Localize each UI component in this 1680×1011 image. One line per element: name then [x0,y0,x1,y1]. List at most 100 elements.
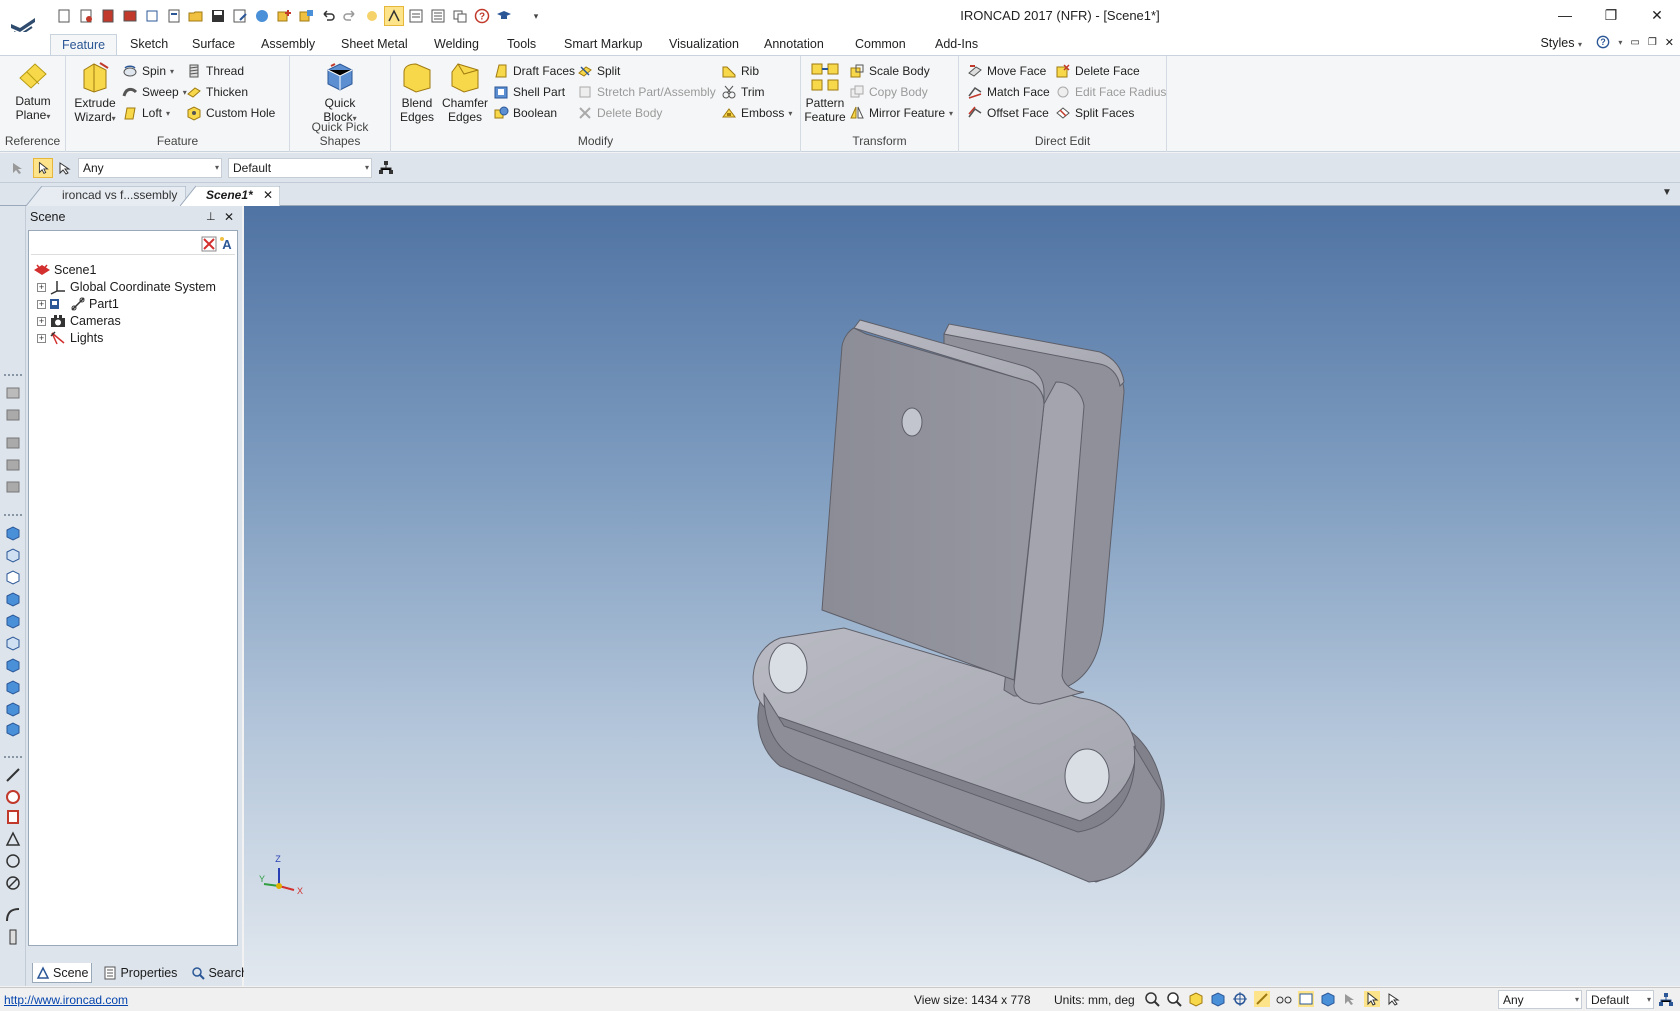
split-button[interactable]: Split [577,61,620,81]
mdi-restore-icon[interactable]: ❐ [1648,37,1657,48]
close-tab-icon[interactable]: ✕ [263,188,273,202]
new-template-icon[interactable] [164,6,184,26]
tab-visualization[interactable]: Visualization [658,34,750,56]
3d-viewport[interactable]: Z Y X [244,206,1680,986]
close-panel-icon[interactable]: ✕ [224,206,234,228]
save-icon[interactable] [208,6,228,26]
tab-surface[interactable]: Surface [181,34,246,56]
status-style-combo[interactable]: Default ▾ [1586,990,1654,1009]
pack-go-icon[interactable] [252,6,272,26]
view-iso-icon[interactable] [4,478,22,496]
rib-button[interactable]: Rib [721,61,759,81]
bracket-part-model[interactable]: Z Y X [244,206,1680,986]
select-part-status-icon[interactable] [1386,991,1402,1007]
tab-annotation[interactable]: Annotation [753,34,835,56]
rotate-icon[interactable] [4,852,22,870]
select-pointer-icon[interactable] [33,158,53,178]
zoom-fit-icon[interactable] [4,678,22,696]
shaded-view-icon[interactable] [4,524,22,542]
quick-block-button[interactable]: Quick Block▾ [310,60,370,126]
tree-item-cameras[interactable]: + Cameras [37,312,121,330]
view-left-icon[interactable] [4,590,22,608]
select-active-icon[interactable] [1364,991,1380,1007]
panel-tab-properties[interactable]: Properties [100,963,180,983]
wireframe-view-icon[interactable] [4,546,22,564]
pattern-feature-button[interactable]: Pattern Feature [803,60,847,124]
orbit-icon[interactable] [4,700,22,718]
glasses-icon[interactable] [1276,991,1292,1007]
tab-feature[interactable]: Feature [50,34,118,56]
restore-button[interactable]: ❐ [1588,0,1634,30]
camera-view-icon[interactable] [4,720,22,738]
view-orientation-icon[interactable] [1188,991,1204,1007]
blend-edges-button[interactable]: Blend Edges [397,60,437,124]
trim-button[interactable]: Trim [721,82,765,102]
view-back-icon[interactable] [4,406,22,424]
close-button[interactable]: ✕ [1634,0,1680,30]
doc-tab-ironcad-assembly[interactable]: ironcad vs f...ssembly [26,186,187,206]
smart-dimension-icon[interactable] [384,6,404,26]
custom-hole-button[interactable]: Custom Hole [186,103,275,123]
help-icon[interactable]: ? [472,6,492,26]
expand-icon[interactable]: + [37,333,46,343]
measure-icon[interactable] [4,766,22,784]
zoom-icon[interactable] [4,874,22,892]
open-folder-icon[interactable] [186,6,206,26]
normal-to-icon[interactable] [4,656,22,674]
tab-sheet-metal[interactable]: Sheet Metal [330,34,419,56]
thread-button[interactable]: Thread [186,61,244,81]
list-icon[interactable] [428,6,448,26]
tab-welding[interactable]: Welding [423,34,490,56]
render-light-icon[interactable] [362,6,382,26]
pan-icon[interactable] [4,808,22,826]
tab-assembly[interactable]: Assembly [250,34,326,56]
customize-toolbar-icon[interactable]: ▾ [526,6,546,26]
sweep-button[interactable]: Sweep ▾ [122,82,187,102]
new-drawing-icon[interactable] [98,6,118,26]
redo-icon[interactable] [340,6,360,26]
status-hierarchy-icon[interactable] [1658,992,1674,1008]
lights-toggle-icon[interactable] [1320,991,1336,1007]
move-face-button[interactable]: Move Face [967,61,1046,81]
offset-face-button[interactable]: Offset Face [967,103,1049,123]
new-assembly-icon[interactable] [120,6,140,26]
sketch-icon[interactable] [1254,991,1270,1007]
zoom-icon[interactable] [1166,991,1182,1007]
match-face-button[interactable]: Match Face [967,82,1050,102]
graduation-cap-icon[interactable] [494,6,514,26]
display-mode-icon[interactable] [1298,991,1314,1007]
tab-smart-markup[interactable]: Smart Markup [553,34,654,56]
panel-tab-scene[interactable]: Scene [32,963,93,983]
view-bottom-icon[interactable] [4,456,22,474]
filter-options-icon[interactable]: A [219,236,235,252]
expand-icon[interactable]: + [37,282,46,292]
selection-style-combo[interactable]: Default ▾ [228,158,372,178]
look-at-icon[interactable] [4,788,22,806]
undo-icon[interactable] [318,6,338,26]
edit-face-radius-button[interactable]: Edit Face Radius [1055,82,1166,102]
windows-icon[interactable] [450,6,470,26]
delete-body-button[interactable]: Delete Body [577,103,662,123]
hierarchy-icon[interactable] [378,160,394,176]
angle-icon[interactable] [4,830,22,848]
ruler-icon[interactable] [4,928,22,946]
tab-list-dropdown-icon[interactable]: ▼ [1662,187,1672,198]
datum-plane-button[interactable]: Datum Plane▾ [8,60,58,124]
shell-part-button[interactable]: Shell Part [493,82,565,102]
split-faces-button[interactable]: Split Faces [1055,103,1134,123]
tree-item-scene1[interactable]: Scene1 [33,261,96,279]
tab-common[interactable]: Common [844,34,917,56]
select-filter-icon[interactable] [10,160,26,176]
view-right-icon[interactable] [4,612,22,630]
panel-tab-search[interactable]: Search [188,963,251,983]
view-front-icon[interactable] [4,384,22,402]
draft-faces-button[interactable]: Draft Faces [493,61,575,81]
clear-filter-icon[interactable] [201,236,217,252]
new-icon[interactable] [54,6,74,26]
mdi-close-icon[interactable]: ✕ [1665,36,1674,49]
save-as-icon[interactable] [230,6,250,26]
expand-icon[interactable]: + [37,316,46,326]
website-link[interactable]: http://www.ironcad.com [4,993,128,1007]
help-icon[interactable]: ? [1596,35,1610,49]
delete-face-button[interactable]: Delete Face [1055,61,1140,81]
